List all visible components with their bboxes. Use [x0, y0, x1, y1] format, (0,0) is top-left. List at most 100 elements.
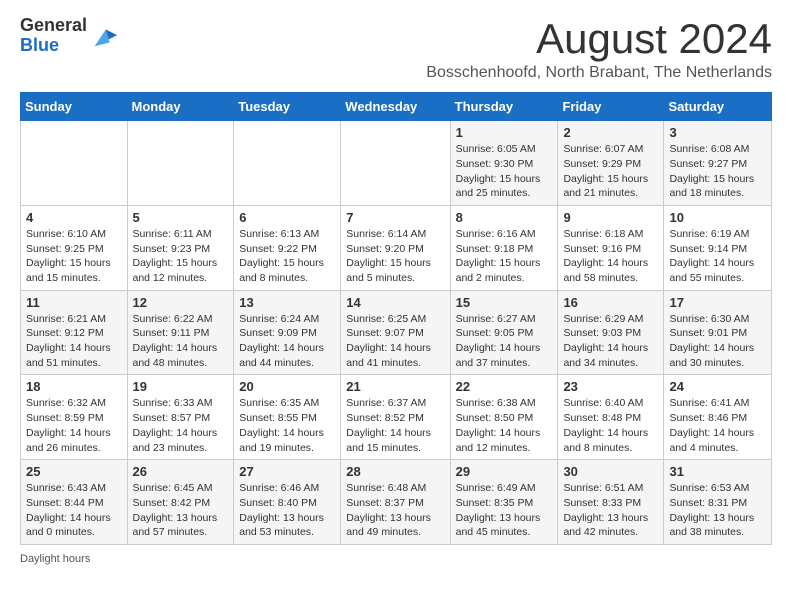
- day-info: Sunrise: 6:24 AMSunset: 9:09 PMDaylight:…: [239, 312, 335, 371]
- calendar-cell: [341, 121, 450, 206]
- calendar-cell: 22 Sunrise: 6:38 AMSunset: 8:50 PMDayligh…: [450, 375, 558, 460]
- calendar-cell: 6 Sunrise: 6:13 AMSunset: 9:22 PMDaylight…: [234, 205, 341, 290]
- day-number: 10: [669, 210, 766, 225]
- day-info: Sunrise: 6:25 AMSunset: 9:07 PMDaylight:…: [346, 312, 444, 371]
- day-info: Sunrise: 6:53 AMSunset: 8:31 PMDaylight:…: [669, 481, 766, 540]
- day-info: Sunrise: 6:51 AMSunset: 8:33 PMDaylight:…: [563, 481, 658, 540]
- calendar-cell: 23Sunrise: 6:40 AMSunset: 8:48 PMDayligh…: [558, 375, 664, 460]
- page-header: General Blue August 2024 Bosschenhoofd, …: [20, 16, 772, 82]
- calendar-cell: 14 Sunrise: 6:25 AMSunset: 9:07 PMDayligh…: [341, 290, 450, 375]
- calendar-cell: 29 Sunrise: 6:49 AMSunset: 8:35 PMDayligh…: [450, 460, 558, 545]
- day-info: Sunrise: 6:40 AMSunset: 8:48 PMDaylight:…: [563, 396, 658, 455]
- logo-icon: [91, 22, 119, 50]
- day-info: Sunrise: 6:10 AMSunset: 9:25 PMDaylight:…: [26, 227, 122, 286]
- day-info: Sunrise: 6:13 AMSunset: 9:22 PMDaylight:…: [239, 227, 335, 286]
- day-number: 20: [239, 379, 335, 394]
- calendar-cell: [234, 121, 341, 206]
- day-info: Sunrise: 6:08 AMSunset: 9:27 PMDaylight:…: [669, 142, 766, 201]
- calendar-cell: 3 Sunrise: 6:08 AMSunset: 9:27 PMDaylight…: [664, 121, 772, 206]
- calendar-cell: 24 Sunrise: 6:41 AMSunset: 8:46 PMDayligh…: [664, 375, 772, 460]
- day-info: Sunrise: 6:30 AMSunset: 9:01 PMDaylight:…: [669, 312, 766, 371]
- day-info: Sunrise: 6:29 AMSunset: 9:03 PMDaylight:…: [563, 312, 658, 371]
- day-info: Sunrise: 6:22 AMSunset: 9:11 PMDaylight:…: [133, 312, 229, 371]
- calendar-cell: 20 Sunrise: 6:35 AMSunset: 8:55 PMDayligh…: [234, 375, 341, 460]
- day-number: 8: [456, 210, 553, 225]
- calendar-cell: 7Sunrise: 6:14 AMSunset: 9:20 PMDaylight…: [341, 205, 450, 290]
- calendar-cell: 30Sunrise: 6:51 AMSunset: 8:33 PMDayligh…: [558, 460, 664, 545]
- calendar-cell: 31 Sunrise: 6:53 AMSunset: 8:31 PMDayligh…: [664, 460, 772, 545]
- day-number: 12: [133, 295, 229, 310]
- calendar-cell: 4Sunrise: 6:10 AMSunset: 9:25 PMDaylight…: [21, 205, 128, 290]
- calendar-header-friday: Friday: [558, 93, 664, 121]
- day-info: Sunrise: 6:07 AMSunset: 9:29 PMDaylight:…: [563, 142, 658, 201]
- calendar-cell: 18Sunrise: 6:32 AMSunset: 8:59 PMDayligh…: [21, 375, 128, 460]
- footer-note: Daylight hours: [20, 553, 772, 565]
- calendar-header-wednesday: Wednesday: [341, 93, 450, 121]
- day-number: 17: [669, 295, 766, 310]
- day-info: Sunrise: 6:16 AMSunset: 9:18 PMDaylight:…: [456, 227, 553, 286]
- day-info: Sunrise: 6:19 AMSunset: 9:14 PMDaylight:…: [669, 227, 766, 286]
- calendar-cell: 26 Sunrise: 6:45 AMSunset: 8:42 PMDayligh…: [127, 460, 234, 545]
- calendar-cell: 5 Sunrise: 6:11 AMSunset: 9:23 PMDaylight…: [127, 205, 234, 290]
- calendar-header-tuesday: Tuesday: [234, 93, 341, 121]
- day-number: 31: [669, 464, 766, 479]
- calendar-header-row: SundayMondayTuesdayWednesdayThursdayFrid…: [21, 93, 772, 121]
- day-number: 7: [346, 210, 444, 225]
- calendar-week-4: 18Sunrise: 6:32 AMSunset: 8:59 PMDayligh…: [21, 375, 772, 460]
- day-number: 22: [456, 379, 553, 394]
- calendar-cell: 25 Sunrise: 6:43 AMSunset: 8:44 PMDayligh…: [21, 460, 128, 545]
- calendar-header-sunday: Sunday: [21, 93, 128, 121]
- calendar-week-2: 4Sunrise: 6:10 AMSunset: 9:25 PMDaylight…: [21, 205, 772, 290]
- month-title: August 2024: [426, 16, 772, 62]
- day-info: Sunrise: 6:27 AMSunset: 9:05 PMDaylight:…: [456, 312, 553, 371]
- day-number: 14: [346, 295, 444, 310]
- calendar-cell: 9Sunrise: 6:18 AMSunset: 9:16 PMDaylight…: [558, 205, 664, 290]
- day-info: Sunrise: 6:45 AMSunset: 8:42 PMDaylight:…: [133, 481, 229, 540]
- day-number: 11: [26, 295, 122, 310]
- logo-general-text: General: [20, 15, 87, 35]
- calendar-cell: 21Sunrise: 6:37 AMSunset: 8:52 PMDayligh…: [341, 375, 450, 460]
- day-info: Sunrise: 6:49 AMSunset: 8:35 PMDaylight:…: [456, 481, 553, 540]
- day-number: 26: [133, 464, 229, 479]
- calendar-cell: 2 Sunrise: 6:07 AMSunset: 9:29 PMDaylight…: [558, 121, 664, 206]
- day-number: 13: [239, 295, 335, 310]
- day-info: Sunrise: 6:33 AMSunset: 8:57 PMDaylight:…: [133, 396, 229, 455]
- day-info: Sunrise: 6:05 AMSunset: 9:30 PMDaylight:…: [456, 142, 553, 201]
- calendar-cell: 17 Sunrise: 6:30 AMSunset: 9:01 PMDayligh…: [664, 290, 772, 375]
- calendar-cell: 27 Sunrise: 6:46 AMSunset: 8:40 PMDayligh…: [234, 460, 341, 545]
- title-block: August 2024 Bosschenhoofd, North Brabant…: [426, 16, 772, 82]
- calendar-cell: [21, 121, 128, 206]
- day-number: 1: [456, 125, 553, 140]
- day-number: 29: [456, 464, 553, 479]
- logo: General Blue: [20, 16, 119, 56]
- calendar-header-monday: Monday: [127, 93, 234, 121]
- day-info: Sunrise: 6:38 AMSunset: 8:50 PMDaylight:…: [456, 396, 553, 455]
- day-info: Sunrise: 6:46 AMSunset: 8:40 PMDaylight:…: [239, 481, 335, 540]
- calendar-cell: 19 Sunrise: 6:33 AMSunset: 8:57 PMDayligh…: [127, 375, 234, 460]
- day-info: Sunrise: 6:43 AMSunset: 8:44 PMDaylight:…: [26, 481, 122, 540]
- day-info: Sunrise: 6:41 AMSunset: 8:46 PMDaylight:…: [669, 396, 766, 455]
- calendar-week-1: 1 Sunrise: 6:05 AMSunset: 9:30 PMDaylight…: [21, 121, 772, 206]
- calendar-cell: 12 Sunrise: 6:22 AMSunset: 9:11 PMDayligh…: [127, 290, 234, 375]
- day-number: 19: [133, 379, 229, 394]
- calendar-cell: [127, 121, 234, 206]
- day-number: 21: [346, 379, 444, 394]
- day-number: 3: [669, 125, 766, 140]
- day-info: Sunrise: 6:11 AMSunset: 9:23 PMDaylight:…: [133, 227, 229, 286]
- calendar-header-saturday: Saturday: [664, 93, 772, 121]
- calendar-week-5: 25 Sunrise: 6:43 AMSunset: 8:44 PMDayligh…: [21, 460, 772, 545]
- calendar-cell: 15 Sunrise: 6:27 AMSunset: 9:05 PMDayligh…: [450, 290, 558, 375]
- day-number: 25: [26, 464, 122, 479]
- day-number: 5: [133, 210, 229, 225]
- day-info: Sunrise: 6:21 AMSunset: 9:12 PMDaylight:…: [26, 312, 122, 371]
- calendar-cell: 8 Sunrise: 6:16 AMSunset: 9:18 PMDaylight…: [450, 205, 558, 290]
- day-number: 6: [239, 210, 335, 225]
- subtitle: Bosschenhoofd, North Brabant, The Nether…: [426, 64, 772, 82]
- day-number: 15: [456, 295, 553, 310]
- day-info: Sunrise: 6:35 AMSunset: 8:55 PMDaylight:…: [239, 396, 335, 455]
- calendar-cell: 11 Sunrise: 6:21 AMSunset: 9:12 PMDayligh…: [21, 290, 128, 375]
- day-number: 27: [239, 464, 335, 479]
- day-number: 2: [563, 125, 658, 140]
- calendar-cell: 13 Sunrise: 6:24 AMSunset: 9:09 PMDayligh…: [234, 290, 341, 375]
- day-number: 24: [669, 379, 766, 394]
